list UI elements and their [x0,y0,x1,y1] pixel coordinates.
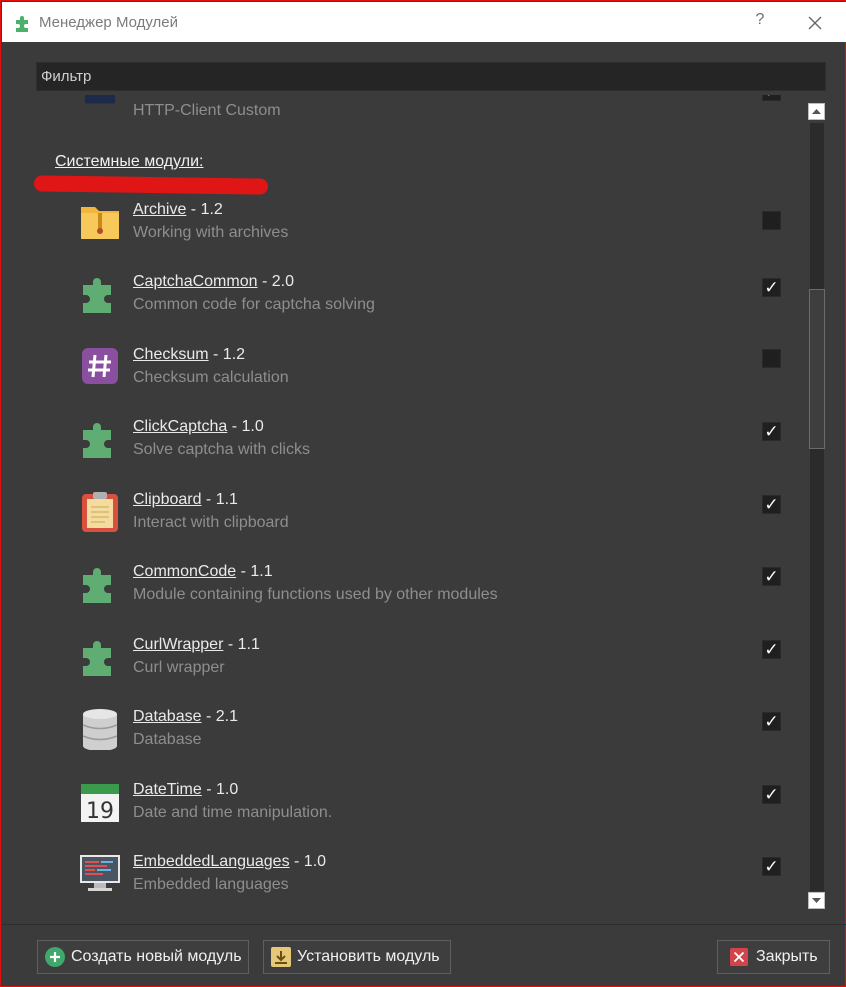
puzzle-icon [83,641,111,676]
module-checkbox[interactable]: ✓ [762,495,781,514]
module-name[interactable]: DateTime [133,781,202,798]
scroll-down-button[interactable] [808,892,825,909]
module-item-clickcaptcha: ClickCaptcha - 1.0 Solve captcha with cl… [1,418,806,490]
plus-circle-icon [45,947,65,967]
vertical-scrollbar[interactable] [807,103,827,911]
module-name[interactable]: CurlWrapper [133,636,223,653]
module-description: HTTP-Client Custom [133,102,281,119]
close-icon[interactable] [807,15,823,31]
title-bar: Менеджер Модулей ? [2,2,846,42]
module-item-checksum: Checksum - 1.2 Checksum calculation [1,346,806,418]
module-item-captchacommon: CaptchaCommon - 2.0 Common code for capt… [1,273,806,345]
module-name[interactable]: EmbeddedLanguages [133,853,290,870]
code-monitor-icon [80,855,120,891]
module-version: 2.1 [215,708,238,725]
module-description: Module containing functions used by othe… [133,586,498,603]
module-description: Embedded languages [133,876,289,893]
module-checkbox[interactable]: ✓ [762,95,781,101]
list-item: HTTP-Client Custom ✓ [1,95,806,154]
module-list: HTTP-Client Custom ✓ Системные модули: A… [1,95,806,915]
triangle-down-icon [812,898,821,903]
footer-divider [2,924,846,925]
close-button[interactable]: Закрыть [717,940,830,974]
module-description: Curl wrapper [133,659,225,676]
module-checkbox[interactable] [762,211,781,230]
module-version: 1.2 [200,201,223,218]
zip-folder-icon [81,207,119,239]
module-description: Date and time manipulation. [133,804,333,821]
puzzle-icon [83,423,111,458]
module-manager-window: Менеджер Модулей ? HTTP-Client Custom ✓ … [0,0,846,987]
module-item-datetime: 19 DateTime - 1.0 Date and time manipula… [1,781,806,853]
hash-icon [82,348,118,384]
module-description: Working with archives [133,224,289,241]
module-name[interactable]: ClickCaptcha [133,418,227,435]
module-description: Solve captcha with clicks [133,441,310,458]
module-name[interactable]: Archive [133,201,186,218]
clipboard-icon [82,492,118,532]
filter-input[interactable] [36,62,826,91]
module-checkbox[interactable] [762,349,781,368]
calendar-icon: 19 [81,784,119,823]
puzzle-icon [83,278,111,313]
module-name[interactable]: Database [133,708,202,725]
module-version: 1.0 [303,853,327,870]
install-module-button[interactable]: Установить модуль [263,940,451,974]
module-checkbox[interactable]: ✓ [762,278,781,297]
help-button[interactable]: ? [752,11,768,29]
scroll-thumb[interactable] [809,289,825,449]
module-item-database: Database - 2.1 Database ✓ [1,708,806,780]
module-checkbox[interactable]: ✓ [762,712,781,731]
red-annotation-mark [33,175,269,195]
module-name[interactable]: Clipboard [133,491,201,508]
module-checkbox[interactable]: ✓ [762,567,781,586]
module-description: Checksum calculation [133,369,289,386]
scroll-track[interactable] [810,123,824,891]
module-description: Database [133,731,202,748]
module-version: 1.0 [241,418,264,435]
module-item-archive: Archive - 1.2 Working with archives [1,201,806,273]
close-icon [730,948,748,966]
database-icon [82,709,118,750]
window-title: Менеджер Модулей [39,14,179,31]
module-version: 1.1 [237,636,260,653]
module-version: 1.1 [250,563,273,580]
scroll-up-button[interactable] [808,103,825,120]
module-item-commoncode: CommonCode - 1.1 Module containing funct… [1,563,806,635]
http-client-icon [85,95,115,104]
module-version: 1.2 [222,346,246,363]
module-checkbox[interactable]: ✓ [762,640,781,659]
module-name[interactable]: CommonCode [133,563,236,580]
module-name[interactable]: CaptchaCommon [133,273,258,290]
module-item-embeddedlanguages: EmbeddedLanguages - 1.0 Embedded languag… [1,853,806,915]
download-icon [271,947,291,967]
module-item-clipboard: Clipboard - 1.1 Interact with clipboard … [1,491,806,563]
module-version: 2.0 [271,273,294,290]
calendar-day: 19 [86,799,114,823]
module-checkbox[interactable]: ✓ [762,422,781,441]
module-name[interactable]: Checksum [133,346,209,363]
module-item-curlwrapper: CurlWrapper - 1.1 Curl wrapper ✓ [1,636,806,708]
module-checkbox[interactable]: ✓ [762,785,781,804]
module-version: 1.0 [215,781,239,798]
triangle-up-icon [812,109,821,114]
module-description: Interact with clipboard [133,514,289,531]
module-version: 1.1 [215,491,238,508]
module-checkbox[interactable]: ✓ [762,857,781,876]
create-module-button[interactable]: Создать новый модуль [37,940,249,974]
section-title: Системные модули: [55,153,204,170]
puzzle-icon [16,16,28,32]
puzzle-icon [83,568,111,603]
module-description: Common code for captcha solving [133,296,375,313]
